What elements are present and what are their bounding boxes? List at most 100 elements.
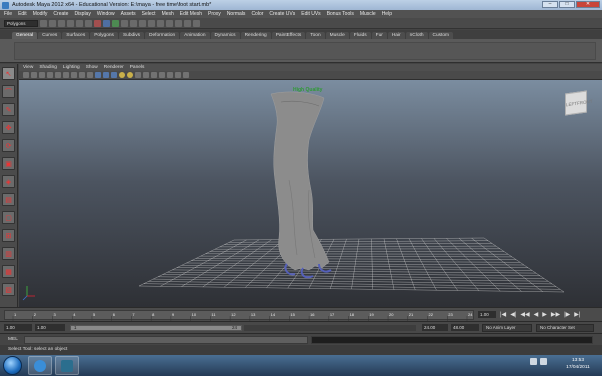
character-set-select[interactable]: No Character Set (536, 324, 594, 332)
paint-select-icon[interactable]: ✎ (2, 103, 15, 116)
range-track[interactable] (244, 325, 416, 331)
playback-start-field[interactable]: 1.00 (35, 324, 65, 331)
tab-hair[interactable]: Hair (387, 32, 405, 39)
film-gate-icon[interactable] (55, 72, 61, 78)
manipulator-tool-icon[interactable]: ◈ (2, 175, 15, 188)
menu-display[interactable]: Display (74, 11, 90, 17)
layout-single-icon[interactable]: ▢ (2, 211, 15, 224)
move-tool-icon[interactable]: ✥ (2, 121, 15, 134)
mel-label[interactable]: MEL (8, 337, 18, 342)
gate-mask-icon[interactable] (71, 72, 77, 78)
snap-grid-icon[interactable] (130, 19, 137, 27)
scale-tool-icon[interactable]: ▣ (2, 157, 15, 170)
bookmark-icon[interactable] (31, 72, 37, 78)
tab-polygons[interactable]: Polygons (90, 32, 118, 39)
menu-file[interactable]: File (4, 11, 12, 17)
menu-color[interactable]: Color (251, 11, 263, 17)
select-hierarchy-icon[interactable] (67, 19, 74, 27)
tab-rendering[interactable]: Rendering (240, 32, 271, 39)
layout-split-icon[interactable]: ▥ (2, 247, 15, 260)
menu-proxy[interactable]: Proxy (208, 11, 221, 17)
last-tool-icon[interactable]: ▤ (2, 193, 15, 206)
menu-muscle[interactable]: Muscle (360, 11, 376, 17)
save-scene-icon[interactable] (58, 19, 65, 27)
isolate-select-icon[interactable] (159, 72, 165, 78)
network-icon[interactable] (530, 358, 537, 365)
panel-menu-panels[interactable]: Panels (130, 65, 145, 70)
minimize-button[interactable]: – (542, 1, 558, 8)
ambient-occlusion-icon[interactable] (175, 72, 181, 78)
smooth-shade-icon[interactable] (103, 72, 109, 78)
menu-create-uvs[interactable]: Create UVs (269, 11, 295, 17)
menu-normals[interactable]: Normals (227, 11, 246, 17)
go-to-end-icon[interactable]: ▶| (574, 311, 580, 318)
playback-end-field[interactable]: 24.00 (422, 324, 448, 331)
mask-handles-icon[interactable] (94, 19, 101, 27)
play-forwards-icon[interactable]: ▶ (542, 311, 547, 318)
camera-attributes-icon[interactable] (23, 72, 29, 78)
tab-fluids[interactable]: Fluids (349, 32, 371, 39)
high-quality-icon[interactable] (167, 72, 173, 78)
select-object-icon[interactable] (76, 19, 83, 27)
step-back-key-icon[interactable]: ◀| (510, 311, 516, 318)
perspective-viewport[interactable]: High Quality LEFT FRONT (19, 80, 602, 307)
render-icon[interactable] (175, 19, 182, 27)
panel-menu-show[interactable]: Show (86, 65, 98, 70)
menu-edit[interactable]: Edit (18, 11, 27, 17)
panel-menu-view[interactable]: View (23, 65, 33, 70)
command-input[interactable] (24, 336, 308, 344)
panel-menu-renderer[interactable]: Renderer (104, 65, 124, 70)
tab-general[interactable]: General (12, 32, 38, 39)
tab-painteffects[interactable]: PaintEffects (271, 32, 306, 39)
textured-icon[interactable] (135, 72, 141, 78)
menu-assets[interactable]: Assets (121, 11, 136, 17)
menu-modify[interactable]: Modify (33, 11, 48, 17)
animation-end-field[interactable]: 48.00 (451, 324, 479, 331)
mask-surfaces-icon[interactable] (121, 19, 128, 27)
wireframe-on-shaded-icon[interactable] (111, 72, 117, 78)
menu-mesh[interactable]: Mesh (162, 11, 174, 17)
close-button[interactable]: ✕ (576, 1, 600, 8)
shelf-content[interactable] (14, 42, 596, 60)
ipr-render-icon[interactable] (184, 19, 191, 27)
play-backwards-icon[interactable]: ◀ (534, 311, 539, 318)
clock[interactable]: 13:53 17/04/2011 (560, 357, 596, 371)
foot-mesh[interactable] (270, 91, 330, 271)
tab-surfaces[interactable]: Surfaces (62, 32, 90, 39)
tab-toon[interactable]: Toon (306, 32, 325, 39)
tab-animation[interactable]: Animation (180, 32, 210, 39)
mask-joints-icon[interactable] (103, 19, 110, 27)
wireframe-icon[interactable] (95, 72, 101, 78)
tab-muscle[interactable]: Muscle (325, 32, 349, 39)
lasso-tool-icon[interactable]: ⌒ (2, 85, 15, 98)
snap-curve-icon[interactable] (139, 19, 146, 27)
select-tool-icon[interactable]: ↖ (2, 67, 15, 80)
step-forward-frame-icon[interactable]: ▶▶ (551, 311, 560, 318)
xray-icon[interactable] (151, 72, 157, 78)
menu-edit-uvs[interactable]: Edit UVs (301, 11, 320, 17)
new-scene-icon[interactable] (40, 19, 47, 27)
select-component-icon[interactable] (85, 19, 92, 27)
menu-select[interactable]: Select (142, 11, 156, 17)
start-button[interactable] (3, 356, 22, 375)
snap-plane-icon[interactable] (157, 19, 164, 27)
menu-window[interactable]: Window (97, 11, 115, 17)
menu-set-dropdown[interactable]: Polygons (4, 19, 38, 27)
range-bar[interactable]: 1 24 (70, 325, 242, 331)
menu-create[interactable]: Create (53, 11, 68, 17)
menu-edit-mesh[interactable]: Edit Mesh (180, 11, 202, 17)
layout-four-icon[interactable]: ⊞ (2, 229, 15, 242)
menu-help[interactable]: Help (382, 11, 392, 17)
shadows-icon[interactable] (143, 72, 149, 78)
taskbar-maya[interactable] (55, 356, 79, 375)
volume-icon[interactable] (540, 358, 547, 365)
tab-subdivs[interactable]: Subdivs (118, 32, 145, 39)
step-back-frame-icon[interactable]: ◀◀ (520, 311, 529, 318)
rotate-tool-icon[interactable]: ⟳ (2, 139, 15, 152)
render-settings-icon[interactable] (193, 19, 200, 27)
go-to-start-icon[interactable]: |◀ (500, 311, 506, 318)
motion-blur-icon[interactable] (183, 72, 189, 78)
mask-curves-icon[interactable] (112, 19, 119, 27)
panel-menu-lighting[interactable]: Lighting (63, 65, 80, 70)
tab-dynamics[interactable]: Dynamics (210, 32, 240, 39)
